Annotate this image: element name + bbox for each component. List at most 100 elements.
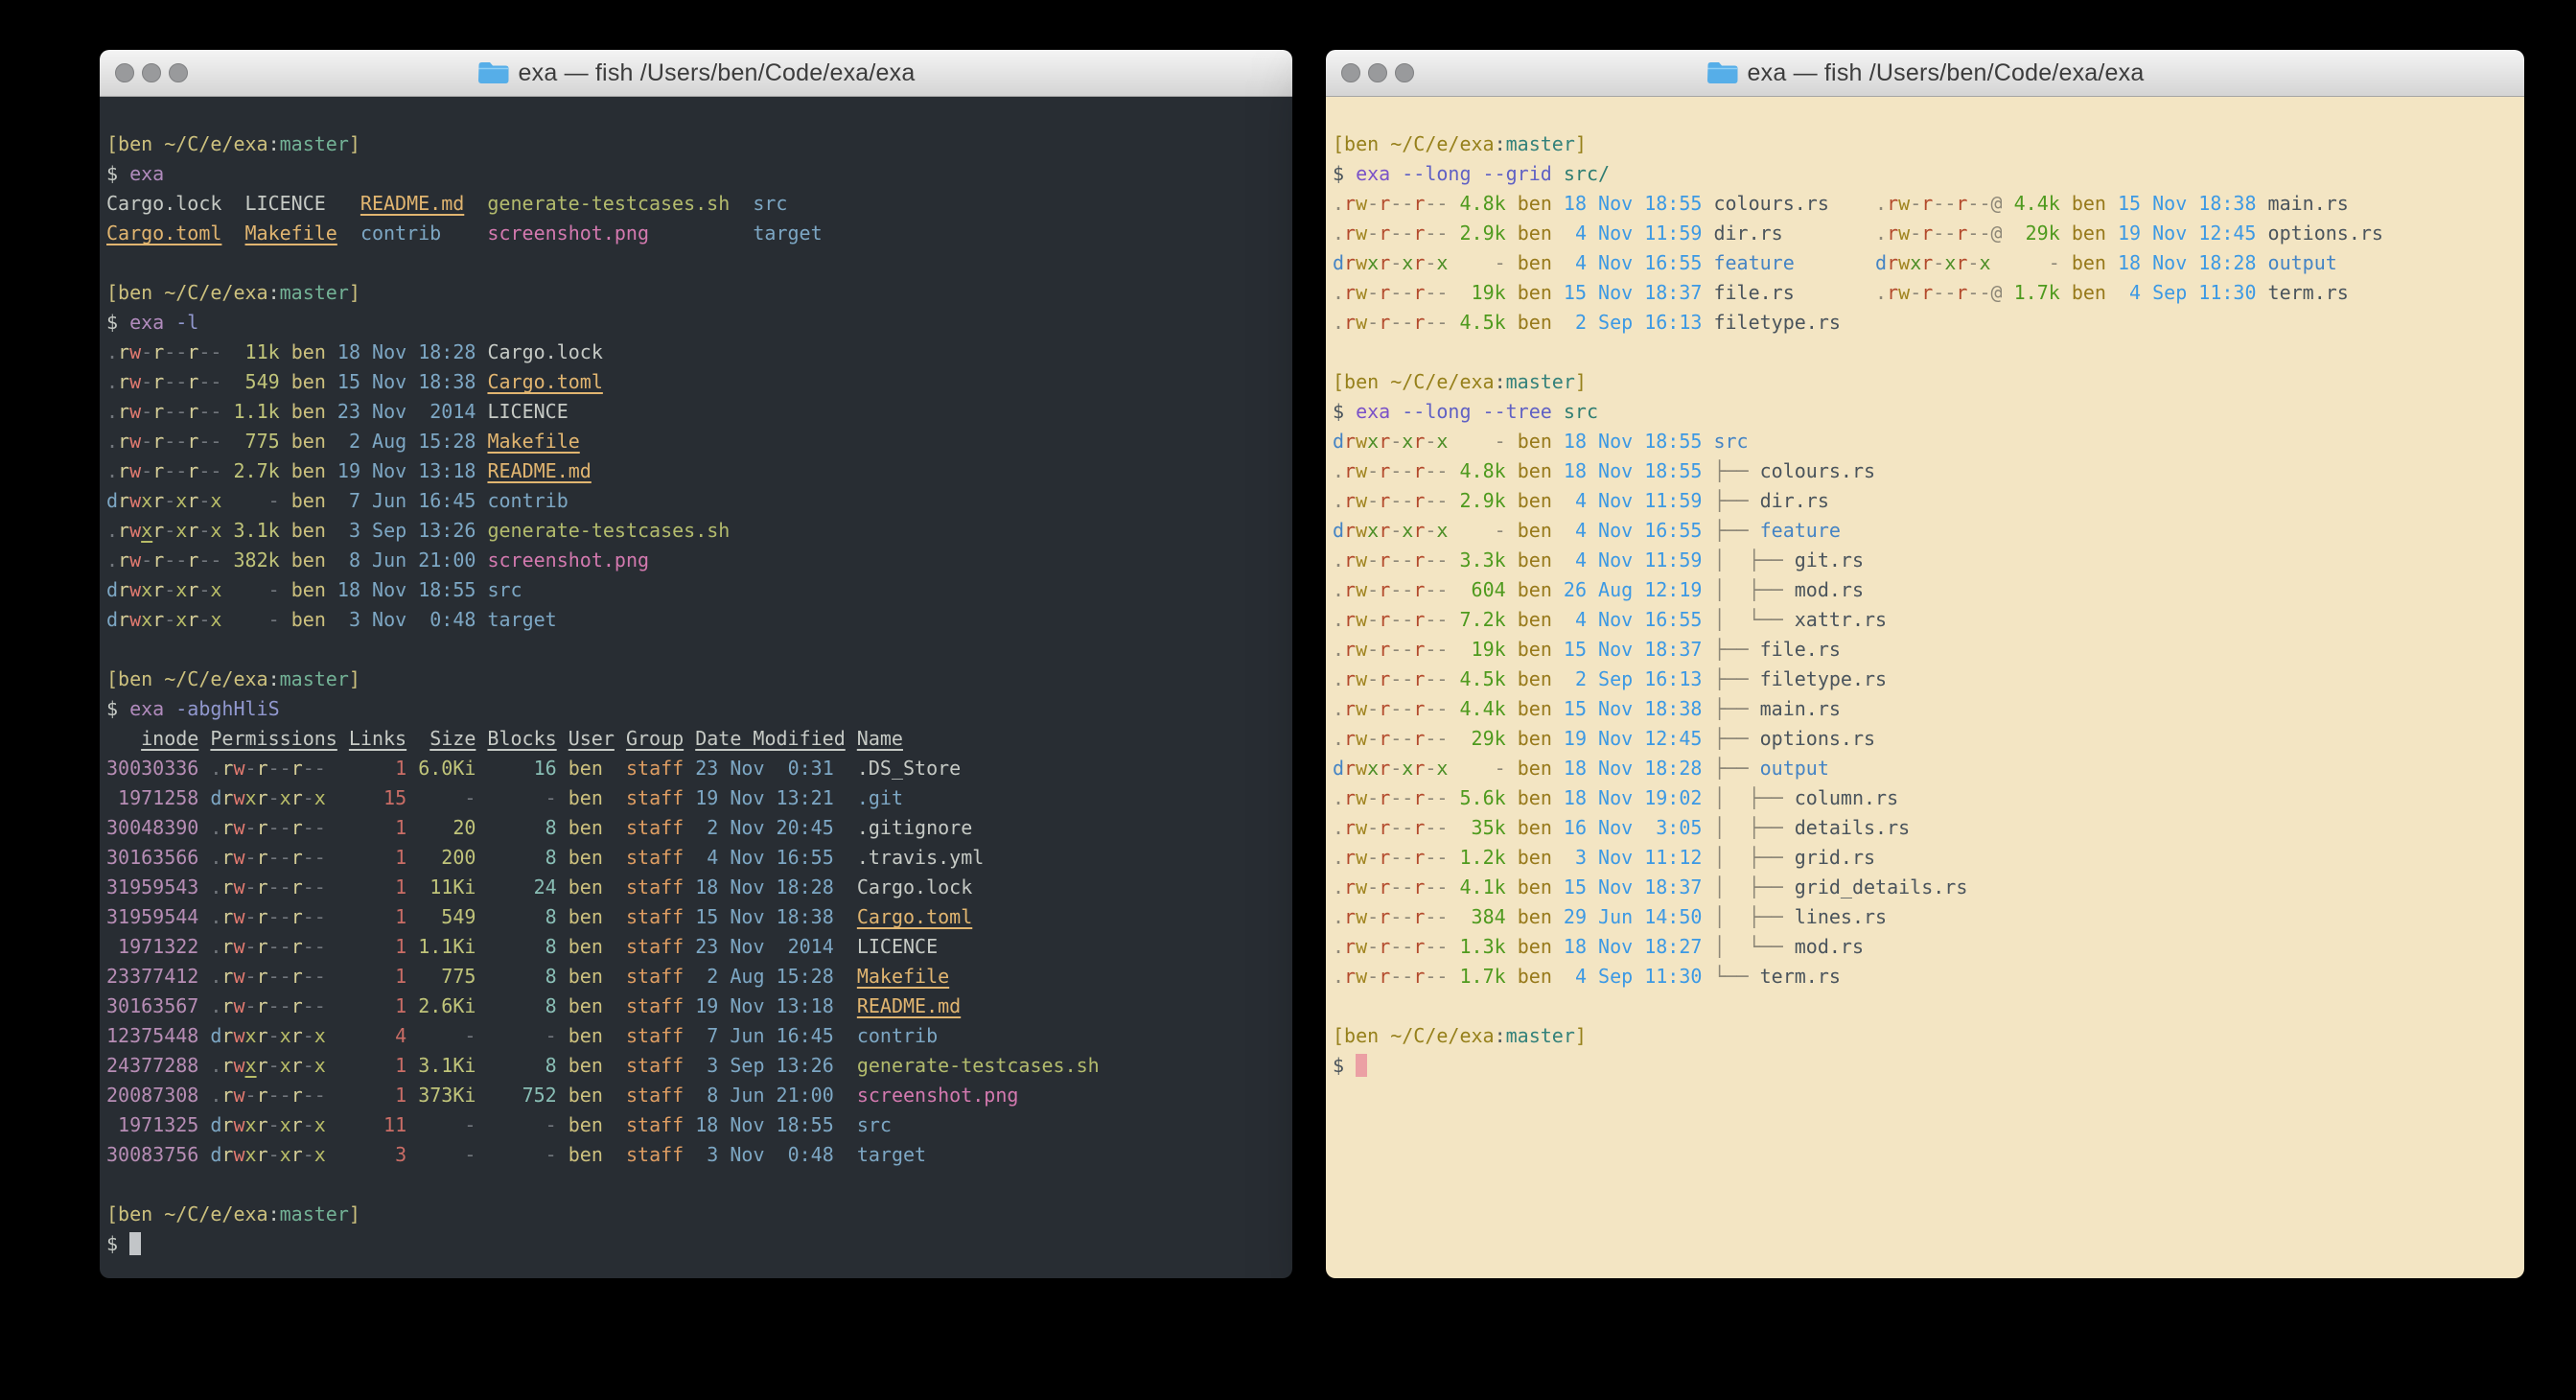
seg-w [1506, 816, 1518, 839]
seg-us: ben [1518, 430, 1552, 453]
seg-dt: 23 Nov 2014 [337, 400, 476, 423]
seg-dot: . [210, 994, 221, 1017]
seg-dir: contrib [360, 222, 441, 245]
terminal-line: [ben ~/C/e/exa:master] [1333, 367, 2520, 397]
terminal-line: drwxr-xr-x - ben 4 Nov 16:55 ├── feature [1333, 516, 2520, 546]
seg-dt: 18 Nov 18:55 [1564, 430, 1703, 453]
seg-us: ben [1518, 638, 1552, 661]
seg-w [2257, 251, 2268, 274]
seg-r: r [152, 548, 164, 572]
seg-dot: - [1967, 251, 1979, 274]
titlebar[interactable]: exa — fish /Users/ben/Code/exa/exa [1326, 50, 2524, 97]
seg-w [557, 846, 569, 869]
seg-w: dir.rs [1713, 222, 1782, 245]
seg-w [1506, 875, 1518, 898]
terminal-line: 20087308 .rw-r--r-- 1 373Ki 752 ben staf… [106, 1081, 1288, 1110]
seg-w: .travis.yml [857, 846, 984, 869]
terminal-line: $ exa [106, 159, 1288, 189]
seg-w [684, 1024, 695, 1047]
minimize-button[interactable] [142, 63, 161, 82]
seg-dot: - [1933, 251, 1944, 274]
seg-a: --long --tree [1402, 400, 1552, 423]
zoom-button[interactable] [169, 63, 188, 82]
seg-x: x [245, 1113, 257, 1136]
close-button[interactable] [1341, 63, 1360, 82]
seg-r: r [1379, 430, 1390, 453]
seg-w [1506, 459, 1518, 482]
seg-dot: - [1367, 578, 1379, 601]
seg-us: ben [1518, 519, 1552, 542]
seg-gp: staff [626, 1054, 684, 1077]
seg-dt: 15 Nov 18:38 [1564, 697, 1703, 720]
seg-r: r [1921, 222, 1933, 245]
seg-r: r [1413, 608, 1425, 631]
seg-tr: │ ├── [1713, 786, 1794, 809]
seg-dot: - [198, 519, 210, 542]
seg-dot: - [198, 578, 210, 601]
seg-w [326, 905, 349, 928]
seg-w [476, 519, 487, 542]
minimize-button[interactable] [1368, 63, 1387, 82]
seg-dt: 2 Nov 20:45 [695, 816, 834, 839]
seg-dt: 15 Nov 18:38 [337, 370, 476, 393]
seg-w [684, 1113, 695, 1136]
seg-dot: -- [303, 935, 326, 958]
close-button[interactable] [115, 63, 134, 82]
seg-r: r [257, 905, 268, 928]
seg-w [441, 222, 487, 245]
terminal-cursor [1356, 1054, 1367, 1077]
seg-w [603, 816, 626, 839]
terminal-content-light[interactable]: [ben ~/C/e/exa:master]$ exa --long --gri… [1326, 97, 2524, 1278]
seg-r: r [221, 1113, 233, 1136]
seg-r: r [1344, 757, 1356, 780]
seg-dot: - [1367, 608, 1379, 631]
seg-w [1795, 251, 1875, 274]
seg-dot: -- [1390, 311, 1413, 334]
seg-dot: -- [303, 905, 326, 928]
seg-x: x [1402, 430, 1413, 453]
seg-sz: 373Ki [418, 1084, 476, 1107]
seg-dt: 7 Jun 16:45 [337, 489, 476, 512]
seg-w [1702, 757, 1713, 780]
seg-w [280, 489, 291, 512]
seg-w [1448, 727, 1459, 750]
terminal-content-dark[interactable]: [ben ~/C/e/exa:master]$ exaCargo.lock LI… [100, 97, 1292, 1278]
seg-wr: w [1356, 578, 1367, 601]
seg-x: x [314, 1054, 326, 1077]
seg-dt: 3 Nov 0:48 [337, 608, 476, 631]
seg-hd: Size [429, 727, 476, 750]
seg-x: x [1367, 251, 1379, 274]
seg-x: x [314, 1113, 326, 1136]
seg-w [557, 816, 569, 839]
seg-wr: w [129, 578, 141, 601]
seg-tr: ├── [1713, 757, 1759, 780]
seg-sz: 4.1k [1460, 875, 1506, 898]
seg-w [1783, 222, 1875, 245]
seg-w [1506, 697, 1518, 720]
seg-w [1702, 489, 1713, 512]
seg-w [406, 1084, 418, 1107]
seg-w [221, 608, 233, 631]
seg-r: r [1379, 222, 1390, 245]
seg-xu: x [245, 1054, 257, 1077]
seg-w [1552, 638, 1564, 661]
seg-w [1448, 489, 1459, 512]
seg-w [1702, 905, 1713, 928]
seg-w [684, 727, 695, 750]
seg-wr: w [1898, 222, 1910, 245]
seg-r: r [291, 905, 303, 928]
seg-w [476, 727, 487, 750]
seg-dot: - [1367, 548, 1379, 572]
seg-r: r [1413, 786, 1425, 809]
seg-dot: -- [1390, 697, 1413, 720]
seg-us: ben [1518, 816, 1552, 839]
seg-w: options.rs [2268, 222, 2383, 245]
seg-r: r [187, 400, 198, 423]
seg-dot: - [198, 489, 210, 512]
zoom-button[interactable] [1395, 63, 1414, 82]
seg-w [603, 757, 626, 780]
titlebar[interactable]: exa — fish /Users/ben/Code/exa/exa [100, 50, 1292, 97]
seg-w [1795, 281, 1875, 304]
seg-r: r [1413, 192, 1425, 215]
seg-sz: 775 [418, 965, 476, 988]
